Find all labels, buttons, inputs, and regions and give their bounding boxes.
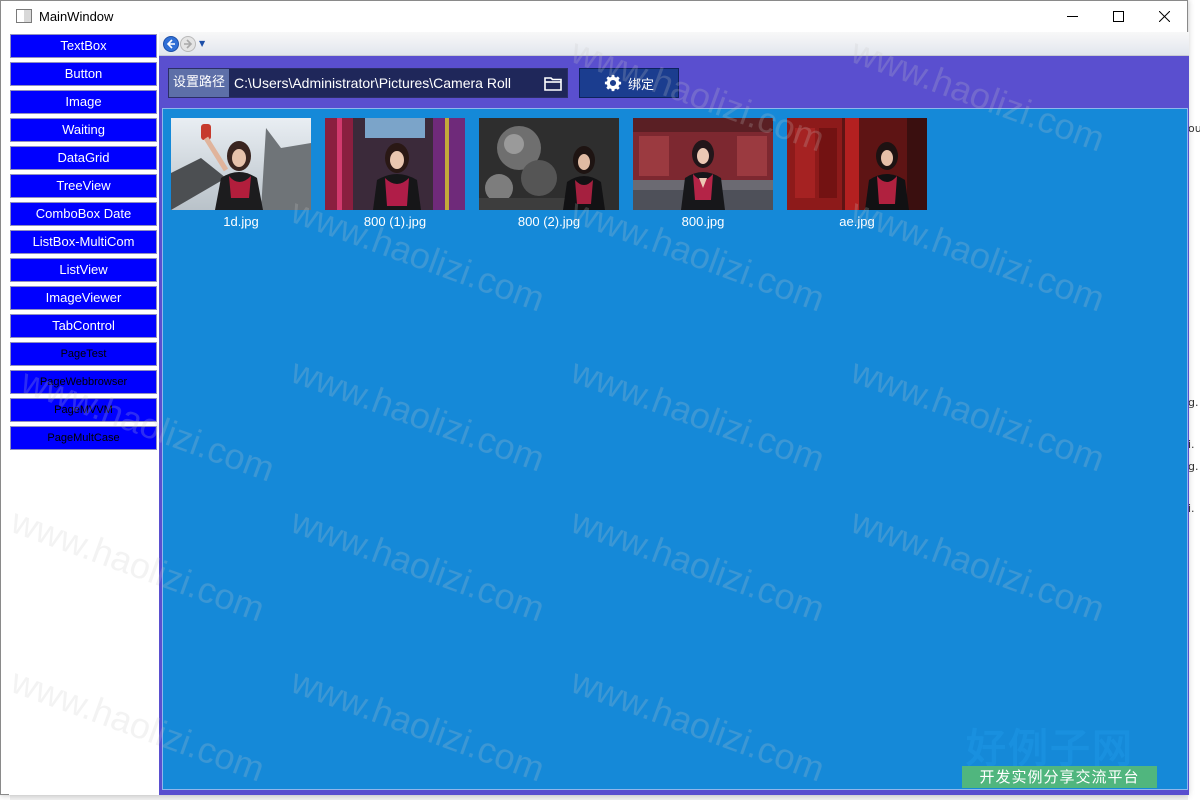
image-caption: ae.jpg <box>839 214 875 229</box>
thumbnail-image <box>171 118 311 210</box>
frame-navigation-bar: ▼ <box>159 32 1189 56</box>
list-item[interactable]: 1d.jpg <box>171 118 311 229</box>
nav-link-pagemultcase[interactable]: PageMultCase <box>10 426 157 450</box>
browse-folder-button[interactable] <box>539 69 567 97</box>
thumbnail-image <box>787 118 927 210</box>
history-dropdown-icon[interactable]: ▼ <box>199 39 205 48</box>
image-caption: 800 (1).jpg <box>363 214 427 229</box>
thumbnail-image <box>479 118 619 210</box>
close-button[interactable] <box>1141 1 1187 31</box>
path-label: 设置路径 <box>169 69 229 97</box>
nav-button-datagrid[interactable]: DataGrid <box>10 146 157 170</box>
app-window-icon <box>16 9 32 23</box>
nav-link-pagetest[interactable]: PageTest <box>10 342 157 366</box>
back-button[interactable] <box>163 35 179 52</box>
title-bar: MainWindow <box>1 1 1187 31</box>
nav-button-textbox[interactable]: TextBox <box>10 34 157 58</box>
image-caption: 800.jpg <box>681 214 725 229</box>
back-arrow-icon <box>166 38 175 49</box>
nav-button-treeview[interactable]: TreeView <box>10 174 157 198</box>
nav-button-button[interactable]: Button <box>10 62 157 86</box>
window-controls <box>1049 1 1187 31</box>
nav-link-pagewebbrowser[interactable]: PageWebbrowser <box>10 370 157 394</box>
maximize-button[interactable] <box>1095 1 1141 31</box>
forward-button[interactable] <box>180 35 196 52</box>
image-caption: 800 (2).jpg <box>517 214 581 229</box>
minimize-icon <box>1066 15 1078 17</box>
image-caption: 1d.jpg <box>223 214 259 229</box>
content-frame: ▼ 设置路径 C:\Users\Administrator\Pictures\C… <box>159 32 1189 795</box>
nav-button-combobox-date[interactable]: ComboBox Date <box>10 202 157 226</box>
list-item[interactable]: ae.jpg <box>787 118 927 229</box>
nav-link-pagemvvm[interactable]: PageMVVM <box>10 398 157 422</box>
forward-arrow-icon <box>184 38 193 49</box>
nav-button-image[interactable]: Image <box>10 90 157 114</box>
sidebar-nav: TextBox Button Image Waiting DataGrid Tr… <box>9 32 159 795</box>
path-toolbar: 设置路径 C:\Users\Administrator\Pictures\Cam… <box>168 68 679 98</box>
nav-button-tabcontrol[interactable]: TabControl <box>10 314 157 338</box>
path-box: 设置路径 C:\Users\Administrator\Pictures\Cam… <box>168 68 568 98</box>
nav-button-listbox-multicom[interactable]: ListBox-MultiCom <box>10 230 157 254</box>
thumbnail-image <box>325 118 465 210</box>
bind-button-label: 绑定 <box>627 77 654 93</box>
background-window-edge: ou g. i. g. i. <box>1188 0 1200 800</box>
list-item[interactable]: 800.jpg <box>633 118 773 229</box>
folder-icon <box>544 76 562 91</box>
window-title: MainWindow <box>39 8 114 24</box>
nav-button-imageviewer[interactable]: ImageViewer <box>10 286 157 310</box>
minimize-button[interactable] <box>1049 1 1095 31</box>
image-list: 1d.jpg 800 (1).jpg 800 (2).jpg 800.jpg a… <box>162 108 1188 790</box>
nav-button-listview[interactable]: ListView <box>10 258 157 282</box>
list-item[interactable]: 800 (2).jpg <box>479 118 619 229</box>
maximize-icon <box>1112 10 1124 22</box>
gear-icon <box>604 74 622 92</box>
main-window: MainWindow TextBox Button Image Waiting … <box>0 0 1189 795</box>
path-input[interactable]: C:\Users\Administrator\Pictures\Camera R… <box>229 69 539 97</box>
bind-button[interactable]: 绑定 <box>579 68 679 98</box>
list-item[interactable]: 800 (1).jpg <box>325 118 465 229</box>
thumbnail-image <box>633 118 773 210</box>
close-icon <box>1158 10 1170 22</box>
nav-button-waiting[interactable]: Waiting <box>10 118 157 142</box>
